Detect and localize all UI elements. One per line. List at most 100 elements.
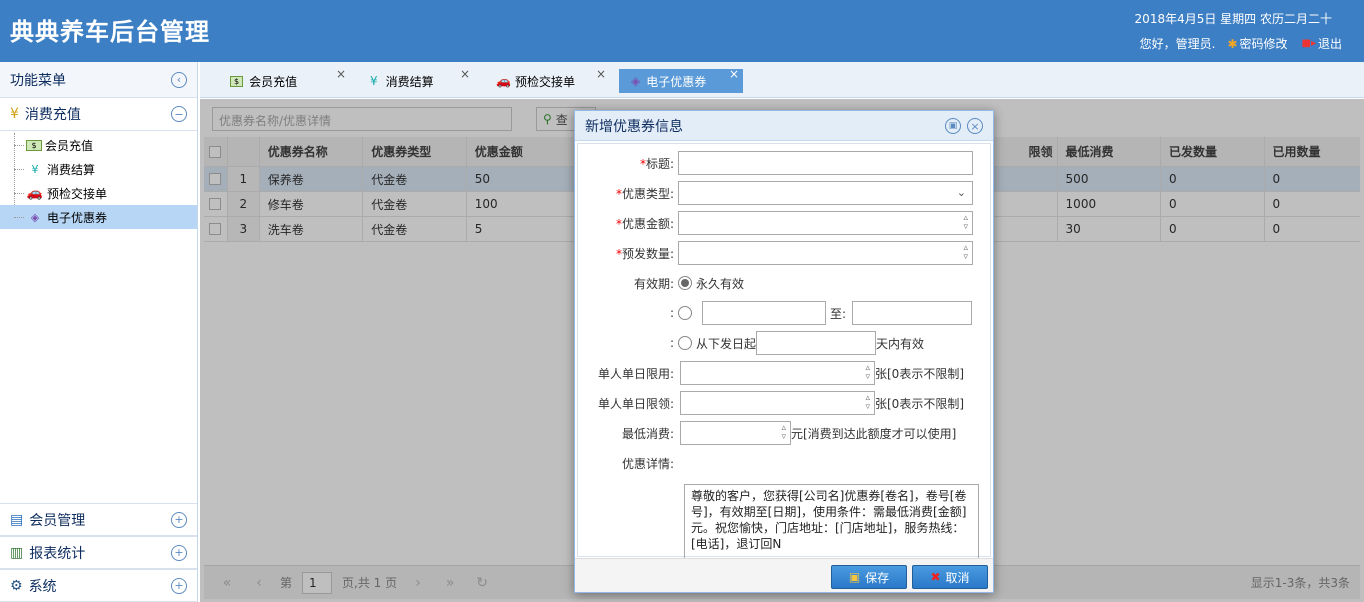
greeting: 您好，管理员. xyxy=(1139,37,1216,51)
accordion-label: 消费充值 xyxy=(24,107,81,123)
sidebar-item-ecoupon[interactable]: ◈ 电子优惠券 xyxy=(0,205,197,229)
dialog-title: 新增优惠券信息 xyxy=(585,118,683,135)
from-issue-label: 从下发日起 xyxy=(696,336,757,351)
tab-ecoupon[interactable]: ◈ 电子优惠券 × xyxy=(619,67,743,93)
spinner-icon[interactable]: ▵ ▿ xyxy=(963,214,968,232)
expand-icon[interactable]: + xyxy=(171,544,187,561)
change-password-link[interactable]: ✱ 密码修改 xyxy=(1227,35,1287,52)
dialog-form: *标题: *优惠类型: ⌄ *优惠金额: ▵ ▿ *预发数量: ▵ ▿ 有效期: 永… xyxy=(577,143,992,584)
min-spend-stepper[interactable]: ▵ ▿ xyxy=(680,421,791,445)
app-logo: 典典养车后台管理 xyxy=(10,18,210,46)
yen-icon: ¥ xyxy=(31,162,39,176)
spinner-icon[interactable]: ▵ ▿ xyxy=(865,364,870,382)
close-icon[interactable]: × xyxy=(336,67,346,81)
claim-limit-suffix: 张[0表示不限制] xyxy=(875,396,964,411)
sidebar-item-label: 会员充值 xyxy=(45,138,94,153)
close-icon[interactable]: × xyxy=(460,67,470,81)
save-button[interactable]: ▣ 保存 xyxy=(831,565,907,589)
type-row: *优惠类型: ⌄ xyxy=(578,180,992,206)
start-date-input[interactable] xyxy=(702,301,826,325)
spinner-icon[interactable]: ▵ ▿ xyxy=(865,394,870,412)
use-limit-label: 单人单日限用: xyxy=(597,366,674,381)
tab-label: 预检交接单 xyxy=(514,74,575,89)
claim-limit-stepper[interactable]: ▵ ▿ xyxy=(680,391,875,415)
sidebar-item-member-recharge[interactable]: $ 会员充值 xyxy=(0,133,197,157)
sidebar-item-label: 消费结算 xyxy=(47,162,96,177)
quantity-label: 预发数量: xyxy=(621,246,674,261)
accordion-label: 报表统计 xyxy=(29,545,86,562)
sidebar-title: 功能菜单 xyxy=(10,72,66,89)
accordion-system[interactable]: ⚙ 系统 + xyxy=(0,569,197,602)
sidebar-item-label: 预检交接单 xyxy=(47,186,108,201)
title-input[interactable] xyxy=(678,151,973,175)
claim-limit-label: 单人单日限领: xyxy=(597,396,674,411)
tab-settlement[interactable]: ¥ 消费结算 × xyxy=(358,67,474,93)
tab-inspection[interactable]: 🚗 预检交接单 × xyxy=(484,67,608,93)
type-select[interactable]: ⌄ xyxy=(678,181,973,205)
title-row: *标题: xyxy=(578,150,992,176)
collapse-left-icon[interactable]: ‹ xyxy=(171,71,187,88)
list-icon: ▤ xyxy=(10,511,24,528)
spinner-icon[interactable]: ▵ ▿ xyxy=(963,244,968,262)
sidebar-item-inspection[interactable]: 🚗 预检交接单 xyxy=(0,181,197,205)
menu-tree: $ 会员充值 ¥ 消费结算 🚗 预检交接单 ◈ 电子优惠券 xyxy=(0,131,197,233)
use-limit-stepper[interactable]: ▵ ▿ xyxy=(680,361,875,385)
accordion-consume-recharge[interactable]: ¥ 消费充值 − xyxy=(0,98,197,131)
logout-label: 退出 xyxy=(1317,37,1342,51)
close-icon[interactable]: × xyxy=(729,67,739,81)
cancel-icon: ✖ xyxy=(930,570,941,584)
user-bar: 您好，管理员. ✱ 密码修改 ■▸ 退出 xyxy=(1140,35,1342,52)
spinner-icon[interactable]: ▵ ▿ xyxy=(781,424,786,442)
car-icon: 🚗 xyxy=(26,185,44,201)
bar-chart-icon: ▥ xyxy=(10,544,24,561)
close-icon[interactable]: × xyxy=(967,118,983,134)
accordion-label: 系统 xyxy=(28,578,57,595)
close-icon[interactable]: × xyxy=(596,67,606,81)
logout-link[interactable]: ■▸ 退出 xyxy=(1302,35,1342,52)
tab-label: 消费结算 xyxy=(385,74,434,89)
cash-icon: $ xyxy=(230,75,244,87)
coupon-icon: ◈ xyxy=(631,74,641,88)
days-input[interactable] xyxy=(756,331,877,355)
accordion-member-mgmt[interactable]: ▤ 会员管理 + xyxy=(0,503,197,536)
use-limit-suffix: 张[0表示不限制] xyxy=(875,366,964,381)
gear-icon: ⚙ xyxy=(10,577,23,594)
tab-bar: $ 会员充值 × ¥ 消费结算 × 🚗 预检交接单 × ◈ 电子优惠券 × xyxy=(200,62,1364,98)
car-icon: 🚗 xyxy=(496,74,511,88)
radio-forever-label: 永久有效 xyxy=(696,276,745,291)
amount-row: *优惠金额: ▵ ▿ xyxy=(578,210,992,236)
expand-icon[interactable]: + xyxy=(171,511,187,528)
end-date-input[interactable] xyxy=(852,301,973,325)
min-spend-suffix: 元[消费到达此额度才可以使用] xyxy=(791,426,957,441)
days-valid-label: 天内有效 xyxy=(876,336,925,351)
date-display: 2018年4月5日 星期四 农历二月二十 xyxy=(1134,12,1332,26)
cancel-button-label: 取消 xyxy=(945,570,970,585)
yen-icon: ¥ xyxy=(10,106,19,122)
sidebar-item-settlement[interactable]: ¥ 消费结算 xyxy=(0,157,197,181)
coupon-icon: ◈ xyxy=(30,210,40,224)
tab-member-recharge[interactable]: $ 会员充值 × xyxy=(218,67,348,93)
logout-icon: ■▸ xyxy=(1301,38,1316,49)
quantity-row: *预发数量: ▵ ▿ xyxy=(578,240,992,266)
accordion-reports[interactable]: ▥ 报表统计 + xyxy=(0,536,197,569)
sidebar-header: 功能菜单 ‹ xyxy=(0,62,197,98)
date-range-row: : 至: xyxy=(578,300,992,326)
app-header: 典典养车后台管理 2018年4月5日 星期四 农历二月二十 您好，管理员. ✱ … xyxy=(0,0,1364,62)
tab-label: 电子优惠券 xyxy=(646,74,707,89)
dialog-footer: ▣ 保存 ✖ 取消 xyxy=(575,558,993,592)
amount-stepper[interactable]: ▵ ▿ xyxy=(678,211,973,235)
radio-days[interactable] xyxy=(678,336,692,350)
expand-icon[interactable]: + xyxy=(171,577,187,594)
cash-icon: $ xyxy=(26,139,42,151)
collapse-icon[interactable]: − xyxy=(171,106,187,122)
save-icon: ▣ xyxy=(848,570,861,584)
min-spend-label: 最低消费: xyxy=(621,426,674,441)
quantity-stepper[interactable]: ▵ ▿ xyxy=(678,241,973,265)
detail-label: 优惠详情: xyxy=(621,456,674,471)
maximize-icon[interactable]: ▣ xyxy=(945,118,961,134)
sidebar-item-label: 电子优惠券 xyxy=(47,210,108,225)
radio-date-range[interactable] xyxy=(678,306,692,320)
cancel-button[interactable]: ✖ 取消 xyxy=(912,565,988,589)
radio-forever[interactable] xyxy=(678,276,692,290)
title-label: 标题: xyxy=(645,156,674,171)
